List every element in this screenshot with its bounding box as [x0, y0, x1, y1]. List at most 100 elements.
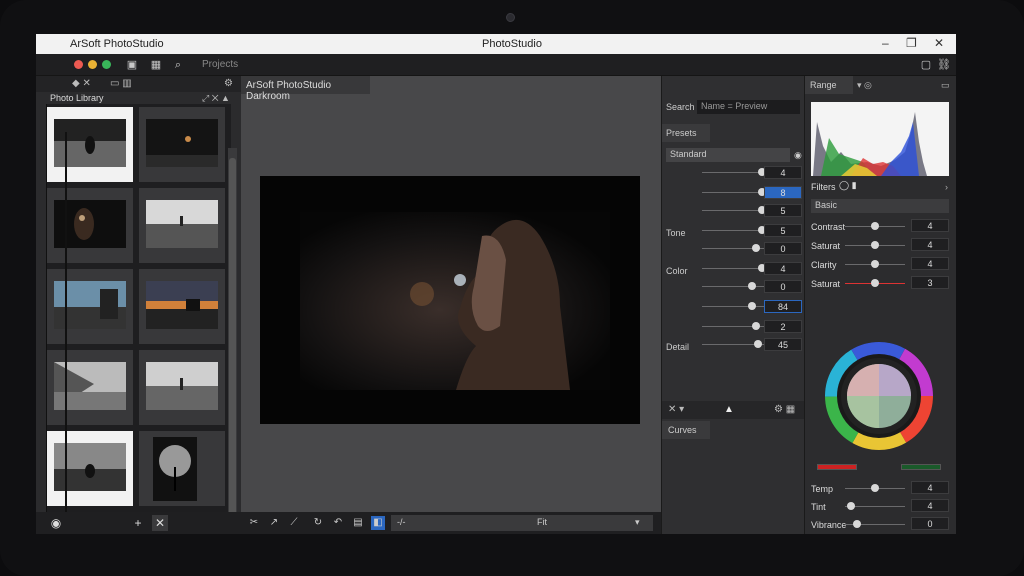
trash-icon[interactable]: ▭ [941, 80, 950, 91]
red-dot-icon[interactable] [74, 60, 83, 69]
value-field[interactable]: 4 [911, 219, 949, 232]
value-field[interactable]: 2 [764, 320, 802, 333]
thumbnail[interactable] [139, 188, 225, 263]
thumbnail[interactable] [139, 350, 225, 425]
grid-icon[interactable]: ▦ [148, 57, 164, 73]
thumbnail[interactable] [139, 107, 225, 182]
thumbnail[interactable] [139, 269, 225, 344]
thumbnail[interactable] [47, 269, 133, 344]
slider-knob[interactable] [752, 244, 760, 252]
slider-knob[interactable] [871, 279, 879, 287]
chevron-right-icon[interactable]: › [945, 182, 948, 192]
settings-icon[interactable]: ⚙ ▦ [774, 404, 795, 415]
chevron-down-icon[interactable]: ▾ ◎ [857, 80, 872, 91]
move-icon[interactable]: ↗ [267, 516, 281, 530]
triangle-icon[interactable]: ▲ [724, 404, 734, 415]
value-field[interactable]: 45 [764, 338, 802, 351]
thumbnail[interactable] [139, 431, 225, 506]
link-icon[interactable]: ⛓ [936, 57, 952, 73]
slider-knob[interactable] [748, 282, 756, 290]
value-field[interactable]: 4 [911, 499, 949, 512]
library-scrollbar[interactable] [228, 148, 237, 534]
red-slider[interactable] [817, 464, 857, 470]
arrow-icon[interactable]: ◆ ✕ [72, 78, 91, 89]
value-field[interactable]: 0 [764, 242, 802, 255]
slider-knob[interactable] [754, 340, 762, 348]
scroll-thumb[interactable] [229, 158, 236, 518]
filter-icons[interactable]: ◯ ▮ [839, 180, 857, 191]
green-dot-icon[interactable] [102, 60, 111, 69]
slider-knob[interactable] [847, 502, 855, 510]
add-button[interactable]: + [130, 515, 146, 531]
adjust-panel: Search Name = Preview Presets Standard ◉… [661, 76, 805, 534]
value-field[interactable]: 3 [911, 276, 949, 289]
app-window: ArSoft PhotoStudio PhotoStudio – ❐ ✕ ▣ ▦… [36, 34, 956, 534]
control-label: Vibrance [811, 520, 847, 530]
minimize-icon[interactable]: – [882, 36, 889, 50]
slider-knob[interactable] [871, 241, 879, 249]
compare-icon[interactable]: ◧ [371, 516, 385, 530]
view-icon[interactable]: ▭ ▥ [110, 78, 132, 89]
value-field[interactable]: 4 [911, 257, 949, 270]
thumbnail[interactable] [47, 188, 133, 263]
gear-icon[interactable]: ⚙ [224, 78, 233, 89]
thumbnail[interactable] [47, 431, 133, 506]
slider-knob[interactable] [853, 520, 861, 528]
close-icon[interactable]: ✕ [934, 36, 944, 50]
value-field[interactable]: 4 [764, 166, 802, 179]
expand-icon[interactable]: ⤢ ✕ ▲ [202, 93, 230, 104]
value-field[interactable]: 5 [764, 224, 802, 237]
thumbnail[interactable] [47, 107, 133, 182]
brush-icon[interactable]: ⟋ [287, 516, 301, 530]
project-dropdown[interactable]: Projects [202, 59, 238, 70]
value-field[interactable]: 84 [764, 300, 802, 313]
maximize-icon[interactable]: ❐ [906, 36, 917, 50]
color-wheel[interactable] [823, 340, 935, 452]
photo-thumb [146, 281, 218, 329]
filter-input[interactable]: Basic [811, 199, 949, 213]
value-field[interactable]: 0 [764, 280, 802, 293]
rotate-icon[interactable]: ↻ [311, 516, 325, 530]
search-icon[interactable]: ⌕ [170, 57, 186, 73]
photo-thumb [146, 119, 218, 167]
tab-curves[interactable]: Curves [662, 421, 710, 439]
tool-icons[interactable]: ✕ ▾ [668, 404, 684, 415]
remove-button[interactable]: ✕ [152, 515, 168, 531]
yellow-dot-icon[interactable] [88, 60, 97, 69]
library-panel: ◆ ✕ ▭ ▥ ⚙ Photo Library ⤢ ✕ ▲ [36, 76, 241, 534]
photo-thumb [146, 200, 218, 248]
value-field[interactable]: 0 [911, 517, 949, 530]
undo-icon[interactable]: ↶ [331, 516, 345, 530]
value-field[interactable]: 5 [764, 204, 802, 217]
document-icon[interactable]: ▣ [124, 57, 140, 73]
section-detail: Detail [666, 342, 690, 352]
zoom-select[interactable]: -/- Fit ▾ [391, 515, 653, 531]
slider-knob[interactable] [871, 222, 879, 230]
divider [65, 132, 67, 534]
slider-knob[interactable] [871, 484, 879, 492]
value-field[interactable]: 8 [764, 186, 802, 199]
status-icon[interactable]: ◉ [48, 515, 64, 531]
panel-icon[interactable]: ▢ [918, 57, 934, 73]
slider-knob[interactable] [752, 322, 760, 330]
canvas-toolbar: ✂ ↗ ⟋ ↻ ↶ ▤ ◧ -/- Fit ▾ [241, 512, 661, 534]
value-field[interactable]: 4 [911, 481, 949, 494]
tab-range[interactable]: Range [805, 76, 853, 94]
thumbnail[interactable] [47, 350, 133, 425]
search-input[interactable]: Name = Preview [697, 100, 800, 114]
slider-knob[interactable] [748, 302, 756, 310]
canvas-tab[interactable]: ArSoft PhotoStudio Darkroom [241, 76, 370, 102]
photo-image [300, 212, 610, 390]
slider-knob[interactable] [871, 260, 879, 268]
main-photo[interactable] [260, 176, 640, 424]
value-field[interactable]: 4 [764, 262, 802, 275]
layers-icon[interactable]: ▤ [351, 516, 365, 530]
refresh-icon[interactable]: ◉ [794, 150, 802, 161]
crop-icon[interactable]: ✂ [247, 516, 261, 530]
title-bar: ArSoft PhotoStudio PhotoStudio – ❐ ✕ [36, 34, 956, 54]
preset-select[interactable]: Standard [666, 148, 790, 162]
control-label: Tint [811, 502, 826, 512]
tab-presets[interactable]: Presets [662, 124, 710, 142]
green-slider[interactable] [901, 464, 941, 470]
value-field[interactable]: 4 [911, 238, 949, 251]
